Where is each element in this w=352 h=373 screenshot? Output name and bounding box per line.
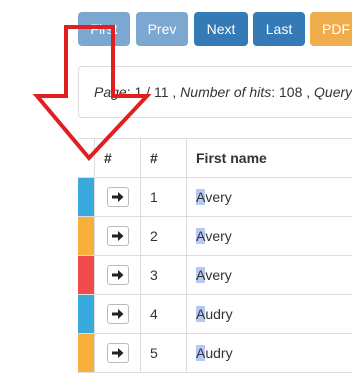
name-rest: very <box>205 228 232 244</box>
results-info-text: Page: 1 / 11 , Number of hits: 108 , Que… <box>94 84 352 100</box>
row-action-cell <box>95 256 141 294</box>
table-row: 1 Avery <box>78 178 352 217</box>
pdf-export-button[interactable]: PDF <box>310 12 352 46</box>
name-highlight: A <box>196 306 206 322</box>
arrow-right-icon <box>111 192 123 202</box>
row-action-cell <box>95 295 141 333</box>
arrow-right-icon <box>111 270 123 280</box>
name-highlight: A <box>196 228 206 244</box>
open-row-button[interactable] <box>106 265 129 285</box>
row-color-stripe <box>78 295 95 333</box>
row-first-name[interactable]: Avery <box>187 256 352 294</box>
query-label: Query <box>314 84 352 100</box>
open-row-button[interactable] <box>106 187 129 207</box>
arrow-right-icon <box>111 348 123 358</box>
row-action-cell <box>95 334 141 372</box>
table-row: 4 Audry <box>78 295 352 334</box>
row-first-name[interactable]: Audry <box>187 295 352 333</box>
row-color-stripe <box>78 217 95 255</box>
page-label: Page <box>94 84 127 100</box>
arrow-right-icon <box>111 309 123 319</box>
row-first-name[interactable]: Avery <box>187 178 352 216</box>
name-rest: udry <box>205 345 233 361</box>
open-row-button[interactable] <box>106 226 129 246</box>
table-row: 5 Audry <box>78 334 352 373</box>
stripe-fill <box>78 295 94 333</box>
last-page-button[interactable]: Last <box>253 12 305 46</box>
open-row-button[interactable] <box>106 343 129 363</box>
next-page-button[interactable]: Next <box>194 12 248 46</box>
row-first-name[interactable]: Avery <box>187 217 352 255</box>
name-highlight: A <box>196 189 206 205</box>
arrow-right-icon <box>111 231 123 241</box>
first-page-button[interactable]: First <box>78 12 130 46</box>
open-row-button[interactable] <box>106 304 129 324</box>
row-number: 1 <box>141 178 187 216</box>
table-row: 2 Avery <box>78 217 352 256</box>
hits-value: 108 <box>279 84 303 100</box>
header-first-name-col[interactable]: First name <box>187 139 352 177</box>
stripe-fill <box>78 334 94 372</box>
prev-page-button[interactable]: Prev <box>136 12 188 46</box>
row-color-stripe <box>78 256 95 294</box>
header-stripe-cell <box>78 139 95 177</box>
row-color-stripe <box>78 178 95 216</box>
name-highlight: A <box>196 345 206 361</box>
page-current: 1 <box>134 84 143 100</box>
name-rest: udry <box>205 306 233 322</box>
name-rest: very <box>205 267 232 283</box>
table-header-row: # # First name <box>78 139 352 178</box>
name-rest: very <box>205 189 232 205</box>
stripe-fill <box>78 256 94 294</box>
row-number: 2 <box>141 217 187 255</box>
row-color-stripe <box>78 334 95 372</box>
row-number: 4 <box>141 295 187 333</box>
pagination-toolbar: First Prev Next Last PDF <box>0 0 352 60</box>
row-action-cell <box>95 178 141 216</box>
row-number: 3 <box>141 256 187 294</box>
row-action-cell <box>95 217 141 255</box>
table-row: 3 Avery <box>78 256 352 295</box>
hits-label: Number of hits <box>180 84 272 100</box>
results-table: # # First name 1 Avery 2 Avery 3 Avery 4 Audry 5… <box>78 138 352 373</box>
page-total: 11 <box>153 84 169 100</box>
table-body: 1 Avery 2 Avery 3 Avery 4 Audry 5 Audry <box>78 178 352 373</box>
stripe-fill <box>78 217 94 255</box>
stripe-fill <box>78 178 94 216</box>
name-highlight: A <box>196 267 206 283</box>
row-first-name[interactable]: Audry <box>187 334 352 372</box>
row-number: 5 <box>141 334 187 372</box>
header-number-col: # <box>141 139 187 177</box>
header-action-col: # <box>95 139 141 177</box>
